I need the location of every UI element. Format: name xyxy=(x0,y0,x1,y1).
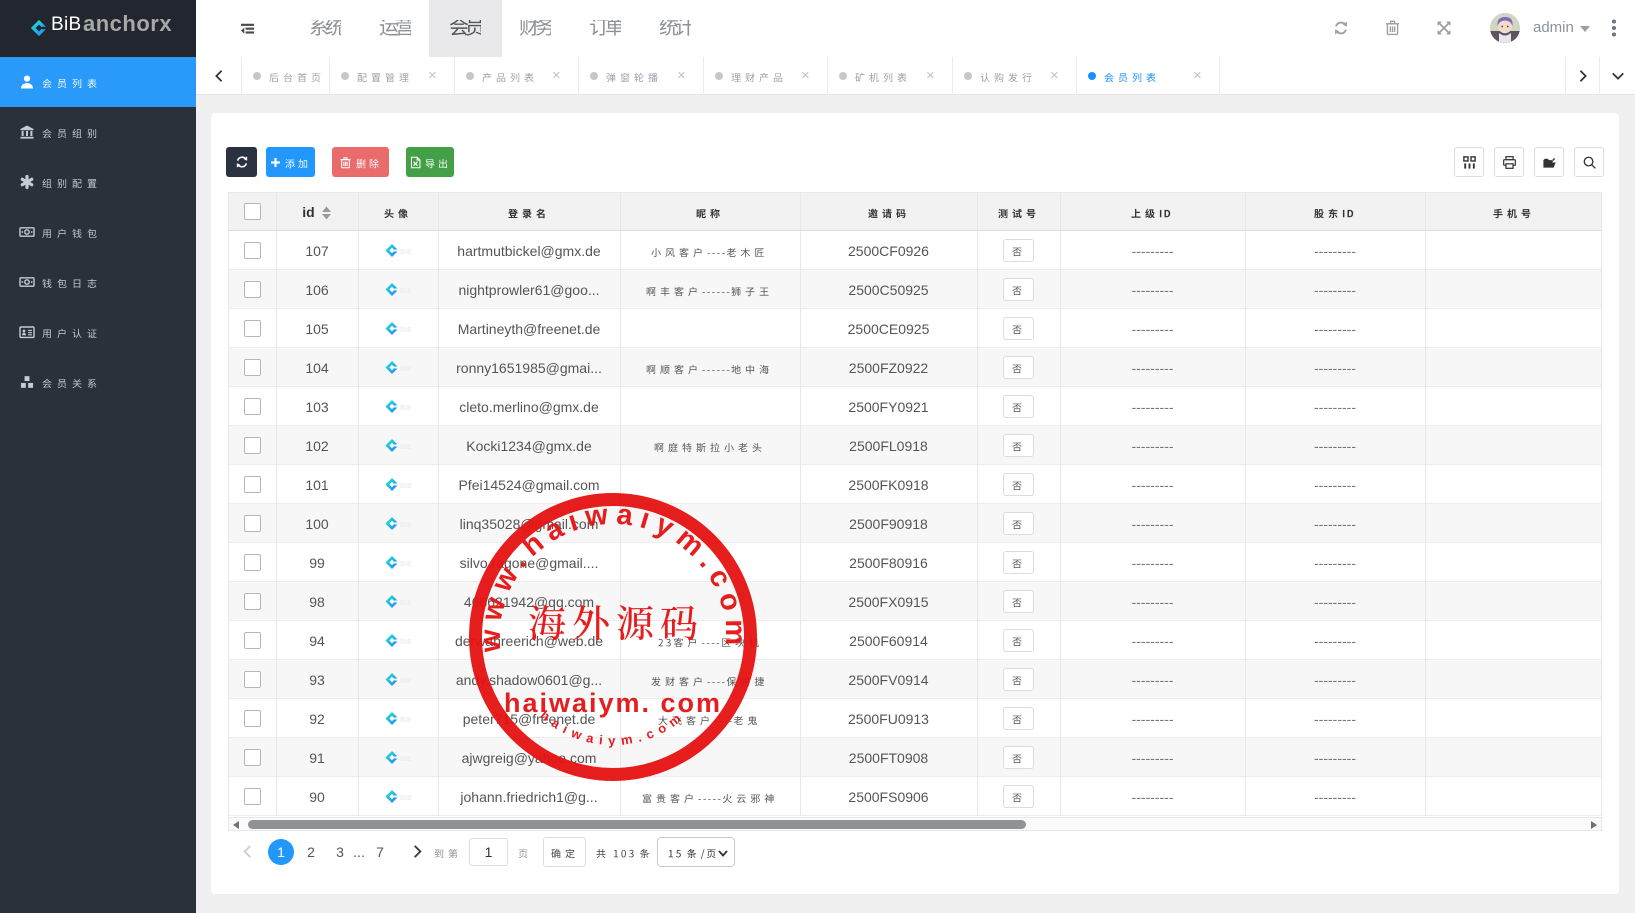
svg-text:BiB: BiB xyxy=(400,717,411,724)
svg-text:BiB: BiB xyxy=(400,405,411,412)
svg-text:BiB: BiB xyxy=(400,522,411,529)
svg-text:BiB: BiB xyxy=(400,366,411,373)
svg-text:BiB: BiB xyxy=(400,249,411,256)
svg-text:BiB: BiB xyxy=(400,444,411,451)
svg-text:www.haiwaiym.com: www.haiwaiym.com xyxy=(475,498,751,653)
svg-text:BiB: BiB xyxy=(400,561,411,568)
svg-text:BiB: BiB xyxy=(400,756,411,763)
svg-text:haiwaiym. com: haiwaiym. com xyxy=(504,688,722,718)
svg-text:BiB: BiB xyxy=(400,600,411,607)
svg-text:BiB: BiB xyxy=(400,795,411,802)
svg-text:BiB: BiB xyxy=(400,327,411,334)
svg-text:BiB: BiB xyxy=(400,483,411,490)
svg-text:BiB: BiB xyxy=(400,288,411,295)
svg-text:BiB: BiB xyxy=(400,678,411,685)
svg-text:BiB: BiB xyxy=(400,639,411,646)
